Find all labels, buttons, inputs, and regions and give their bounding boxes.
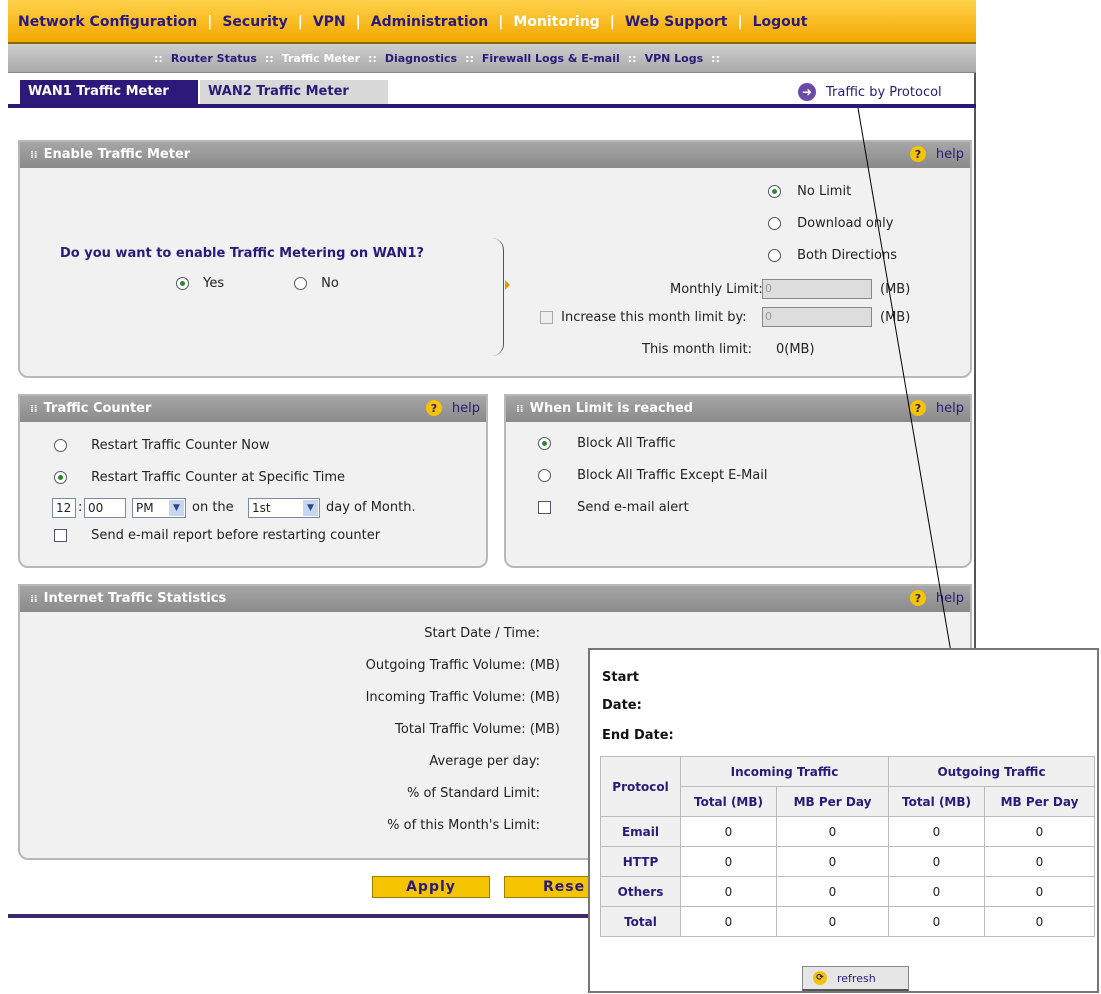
table-row: Email 0 0 0 0 bbox=[600, 816, 1095, 847]
table-cell: 0 bbox=[680, 846, 777, 877]
table-cell: 0 bbox=[888, 876, 985, 907]
protocol-header: Protocol bbox=[600, 756, 681, 817]
protocol-table: Protocol Incoming Traffic Outgoing Traff… bbox=[600, 756, 1095, 937]
callout-line bbox=[857, 107, 955, 671]
table-row: Total 0 0 0 0 bbox=[600, 906, 1095, 937]
start-label: Start bbox=[602, 670, 639, 685]
refresh-icon: ⟳ bbox=[813, 971, 827, 985]
incoming-total-header: Total (MB) bbox=[680, 786, 777, 817]
date-label: Date: bbox=[602, 698, 642, 713]
table-cell: 0 bbox=[984, 876, 1095, 907]
outgoing-header: Outgoing Traffic bbox=[888, 756, 1095, 787]
incoming-header: Incoming Traffic bbox=[680, 756, 889, 787]
table-cell: 0 bbox=[984, 816, 1095, 847]
table-cell: 0 bbox=[680, 906, 777, 937]
outgoing-perday-header: MB Per Day bbox=[984, 786, 1095, 817]
traffic-by-protocol-popup: Start Date: End Date: Protocol Incoming … bbox=[588, 648, 1099, 993]
table-cell: 0 bbox=[680, 876, 777, 907]
table-row: HTTP 0 0 0 0 bbox=[600, 846, 1095, 877]
row-label: Total bbox=[600, 906, 681, 937]
table-cell: 0 bbox=[984, 906, 1095, 937]
row-label: Others bbox=[600, 876, 681, 907]
table-cell: 0 bbox=[888, 906, 985, 937]
table-cell: 0 bbox=[984, 846, 1095, 877]
refresh-button[interactable]: ⟳ refresh bbox=[802, 966, 909, 991]
end-date-label: End Date: bbox=[602, 728, 674, 743]
table-cell: 0 bbox=[888, 816, 985, 847]
row-label: Email bbox=[600, 816, 681, 847]
refresh-label: refresh bbox=[837, 971, 876, 985]
table-cell: 0 bbox=[776, 816, 889, 847]
table-cell: 0 bbox=[776, 846, 889, 877]
outgoing-total-header: Total (MB) bbox=[888, 786, 985, 817]
table-cell: 0 bbox=[680, 816, 777, 847]
table-cell: 0 bbox=[776, 906, 889, 937]
incoming-perday-header: MB Per Day bbox=[776, 786, 889, 817]
table-row: Others 0 0 0 0 bbox=[600, 876, 1095, 907]
table-cell: 0 bbox=[888, 846, 985, 877]
row-label: HTTP bbox=[600, 846, 681, 877]
table-cell: 0 bbox=[776, 876, 889, 907]
